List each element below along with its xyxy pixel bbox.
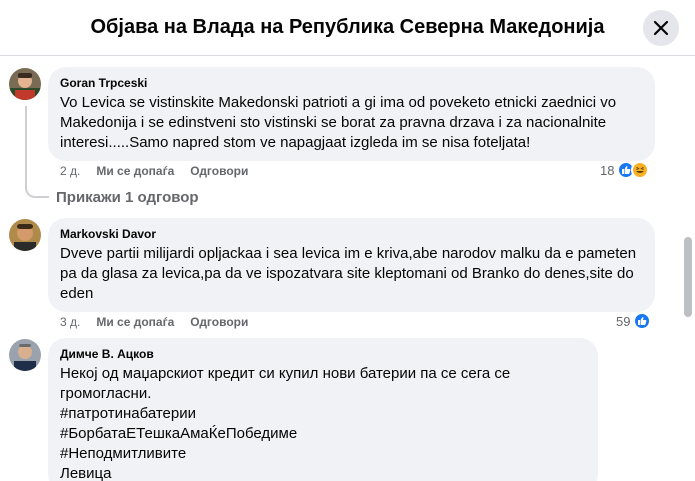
comment-author[interactable]: Markovski Davor [60, 226, 643, 242]
comment-text: Некој од мaџарскиот кредит си купил нови… [60, 364, 586, 481]
comment-text-line: Dveve partii milijardi opljackaa i sea l… [60, 245, 637, 262]
scrollbar-thumb[interactable] [684, 237, 692, 317]
comment-timestamp[interactable]: 3 д. [60, 315, 80, 329]
comment-author[interactable]: Goran Trpceski [60, 75, 643, 91]
dialog-header: Објава на Влада на Република Северна Мак… [0, 0, 695, 56]
avatar[interactable] [9, 339, 41, 371]
comment-actions: 3 д. Ми се допаѓа Одговори [60, 315, 248, 329]
thread-line [25, 186, 49, 198]
avatar[interactable] [9, 68, 41, 100]
comment-text-line: Некој од мaџарскиот кредит си купил нови… [60, 365, 511, 402]
comment-text-line: Makedonija i se edinstveni sto vistinski… [60, 114, 607, 131]
like-icon [633, 312, 652, 330]
comment-author[interactable]: Димче В. Ацков [60, 346, 586, 362]
avatar[interactable] [9, 219, 41, 251]
haha-icon [631, 161, 650, 179]
comment-text-line: eden [60, 285, 94, 302]
reaction-count: 59 [616, 313, 631, 329]
reply-button[interactable]: Одговори [190, 315, 248, 329]
hashtag-link[interactable]: #БорбатаЕТешкаАмаЌеПобедиме [60, 424, 586, 444]
hashtag-link[interactable]: #патротинабатерии [60, 404, 586, 424]
comment-bubble: Goran Trpceski Vo Levica se vistinskite … [48, 67, 655, 161]
comment-text-line: Vo Levica se vistinskite Makedonski patr… [60, 94, 617, 111]
comment-actions: 2 д. Ми се допаѓа Одговори [60, 164, 248, 178]
close-icon [653, 20, 669, 36]
reaction-summary[interactable]: 59 [616, 312, 652, 330]
comment-text-line: pa da glasa za levica,pa da ve ispozatva… [60, 265, 634, 282]
like-button[interactable]: Ми се допаѓа [96, 164, 174, 178]
view-replies-link[interactable]: Прикажи 1 одговор [56, 189, 199, 206]
comment-text: Dveve partii milijardi opljackaa i sea l… [60, 244, 643, 304]
comment-text-line: interesi.....Samo napred stom ve napagja… [60, 134, 531, 151]
comment-text-line: Левица [60, 465, 112, 481]
comment-bubble: Markovski Davor Dveve partii milijardi o… [48, 218, 655, 312]
comment-bubble: Димче В. Ацков Некој од мaџарскиот креди… [48, 338, 598, 481]
dialog-title: Објава на Влада на Република Северна Мак… [90, 16, 605, 38]
reaction-summary[interactable]: 18 [600, 161, 650, 179]
reaction-count: 18 [600, 162, 615, 178]
hashtag-link[interactable]: #Неподмитливите [60, 444, 586, 464]
thread-line [25, 106, 27, 186]
reply-button[interactable]: Одговори [190, 164, 248, 178]
comment-text: Vo Levica se vistinskite Makedonski patr… [60, 93, 643, 153]
like-button[interactable]: Ми се допаѓа [96, 315, 174, 329]
close-button[interactable] [643, 10, 679, 46]
comment-timestamp[interactable]: 2 д. [60, 164, 80, 178]
